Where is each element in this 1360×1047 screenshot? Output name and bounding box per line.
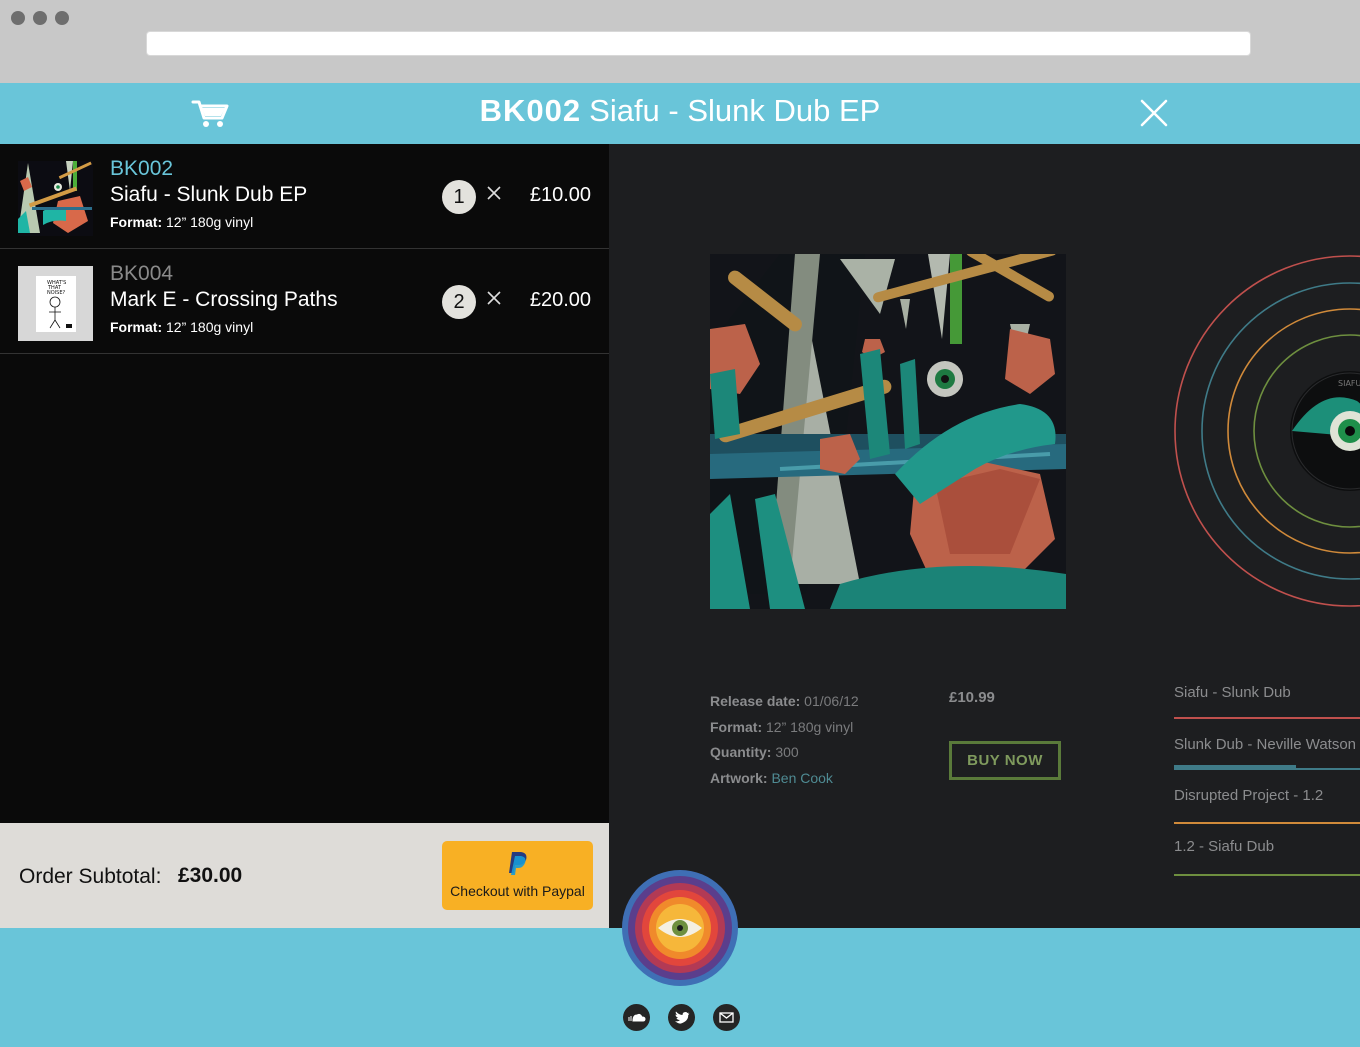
twitter-icon[interactable] (668, 1004, 695, 1031)
format-row: Format: 12” 180g vinyl (710, 715, 859, 741)
track-divider (1174, 822, 1360, 824)
quantity-badge[interactable]: 1 (442, 180, 476, 214)
window-dot-minimize[interactable] (33, 11, 47, 25)
quantity-row: Quantity: 300 (710, 740, 859, 766)
track-item[interactable]: Disrupted Project - 1.2 (1174, 787, 1360, 804)
quantity-label: Quantity: (710, 744, 772, 760)
item-title[interactable]: Mark E - Crossing Paths (110, 288, 338, 312)
item-price: £20.00 (529, 289, 591, 311)
x-icon[interactable] (486, 290, 502, 306)
buy-now-button[interactable]: BUY NOW (949, 741, 1061, 780)
svg-text:NOISE?: NOISE? (47, 290, 65, 296)
checkout-label: Checkout with Paypal (450, 883, 585, 899)
mail-icon[interactable] (713, 1004, 740, 1031)
track-divider (1174, 717, 1360, 719)
item-title[interactable]: Siafu - Slunk Dub EP (110, 183, 307, 207)
album-thumbnail[interactable] (18, 161, 93, 236)
item-format-value: 12” 180g vinyl (166, 319, 254, 335)
close-icon[interactable] (1139, 98, 1169, 128)
album-cover-image (710, 254, 1066, 609)
vinyl-label-text: SIAFU (1338, 379, 1360, 388)
x-icon[interactable] (486, 185, 502, 201)
format-label: Format: (710, 718, 763, 735)
cart-panel: BK002 Siafu - Slunk Dub EP Format: 12” 1… (0, 144, 609, 823)
release-panel: Release date: 01/06/12 Format: 12” 180g … (609, 144, 1360, 928)
track-item[interactable]: Slunk Dub - Neville Watson (1174, 736, 1360, 753)
address-bar[interactable] (146, 31, 1251, 56)
track-item[interactable]: Siafu - Slunk Dub (1174, 684, 1360, 701)
artwork-link[interactable]: Ben Cook (771, 770, 832, 786)
soundcloud-icon[interactable] (623, 1004, 650, 1031)
item-format: Format: 12” 180g vinyl (110, 319, 253, 335)
cart-item: BK002 Siafu - Slunk Dub EP Format: 12” 1… (0, 144, 609, 249)
format-value: 12” 180g vinyl (766, 718, 854, 735)
eye-logo-icon[interactable] (622, 870, 738, 986)
quantity-badge[interactable]: 2 (442, 285, 476, 319)
item-format-label: Format: (110, 214, 163, 230)
artwork-label: Artwork: (710, 769, 768, 786)
subtotal-label: Order Subtotal: (19, 865, 162, 888)
subtotal-bar: Order Subtotal: £30.00 Checkout with Pay… (0, 823, 609, 928)
page-title-name: Siafu - Slunk Dub EP (589, 93, 881, 128)
release-date-label: Release date: (710, 693, 801, 709)
item-catalog-code[interactable]: BK004 (110, 262, 173, 286)
page-title-code: BK002 (479, 93, 582, 128)
track-item[interactable]: 1.2 - Siafu Dub (1174, 838, 1360, 855)
release-details: Release date: 01/06/12 Format: 12” 180g … (710, 689, 859, 791)
release-date-row: Release date: 01/06/12 (710, 689, 859, 715)
item-price: £10.00 (529, 184, 591, 206)
item-catalog-code[interactable]: BK002 (110, 157, 173, 181)
item-format-label: Format: (110, 319, 163, 335)
subtotal-value: £30.00 (178, 864, 243, 887)
cart-item: WHAT'S THAT NOISE? BK004 Mark E - Crossi… (0, 249, 609, 354)
track-progress-bar[interactable] (1174, 765, 1296, 769)
window-dot-close[interactable] (11, 11, 25, 25)
item-format-value: 12” 180g vinyl (166, 214, 254, 230)
quantity-value: 300 (775, 744, 799, 760)
release-price: £10.99 (949, 689, 995, 706)
paypal-icon (509, 852, 527, 875)
window-dot-maximize[interactable] (55, 11, 69, 25)
checkout-paypal-button[interactable]: Checkout with Paypal (442, 841, 593, 910)
artwork-row: Artwork: Ben Cook (710, 766, 859, 792)
release-date-value: 01/06/12 (804, 693, 859, 709)
album-thumbnail[interactable]: WHAT'S THAT NOISE? (18, 266, 93, 341)
vinyl-record-graphic: SIAFU (1174, 255, 1360, 607)
browser-chrome (0, 0, 1360, 83)
item-format: Format: 12” 180g vinyl (110, 214, 253, 230)
track-divider (1174, 874, 1360, 876)
